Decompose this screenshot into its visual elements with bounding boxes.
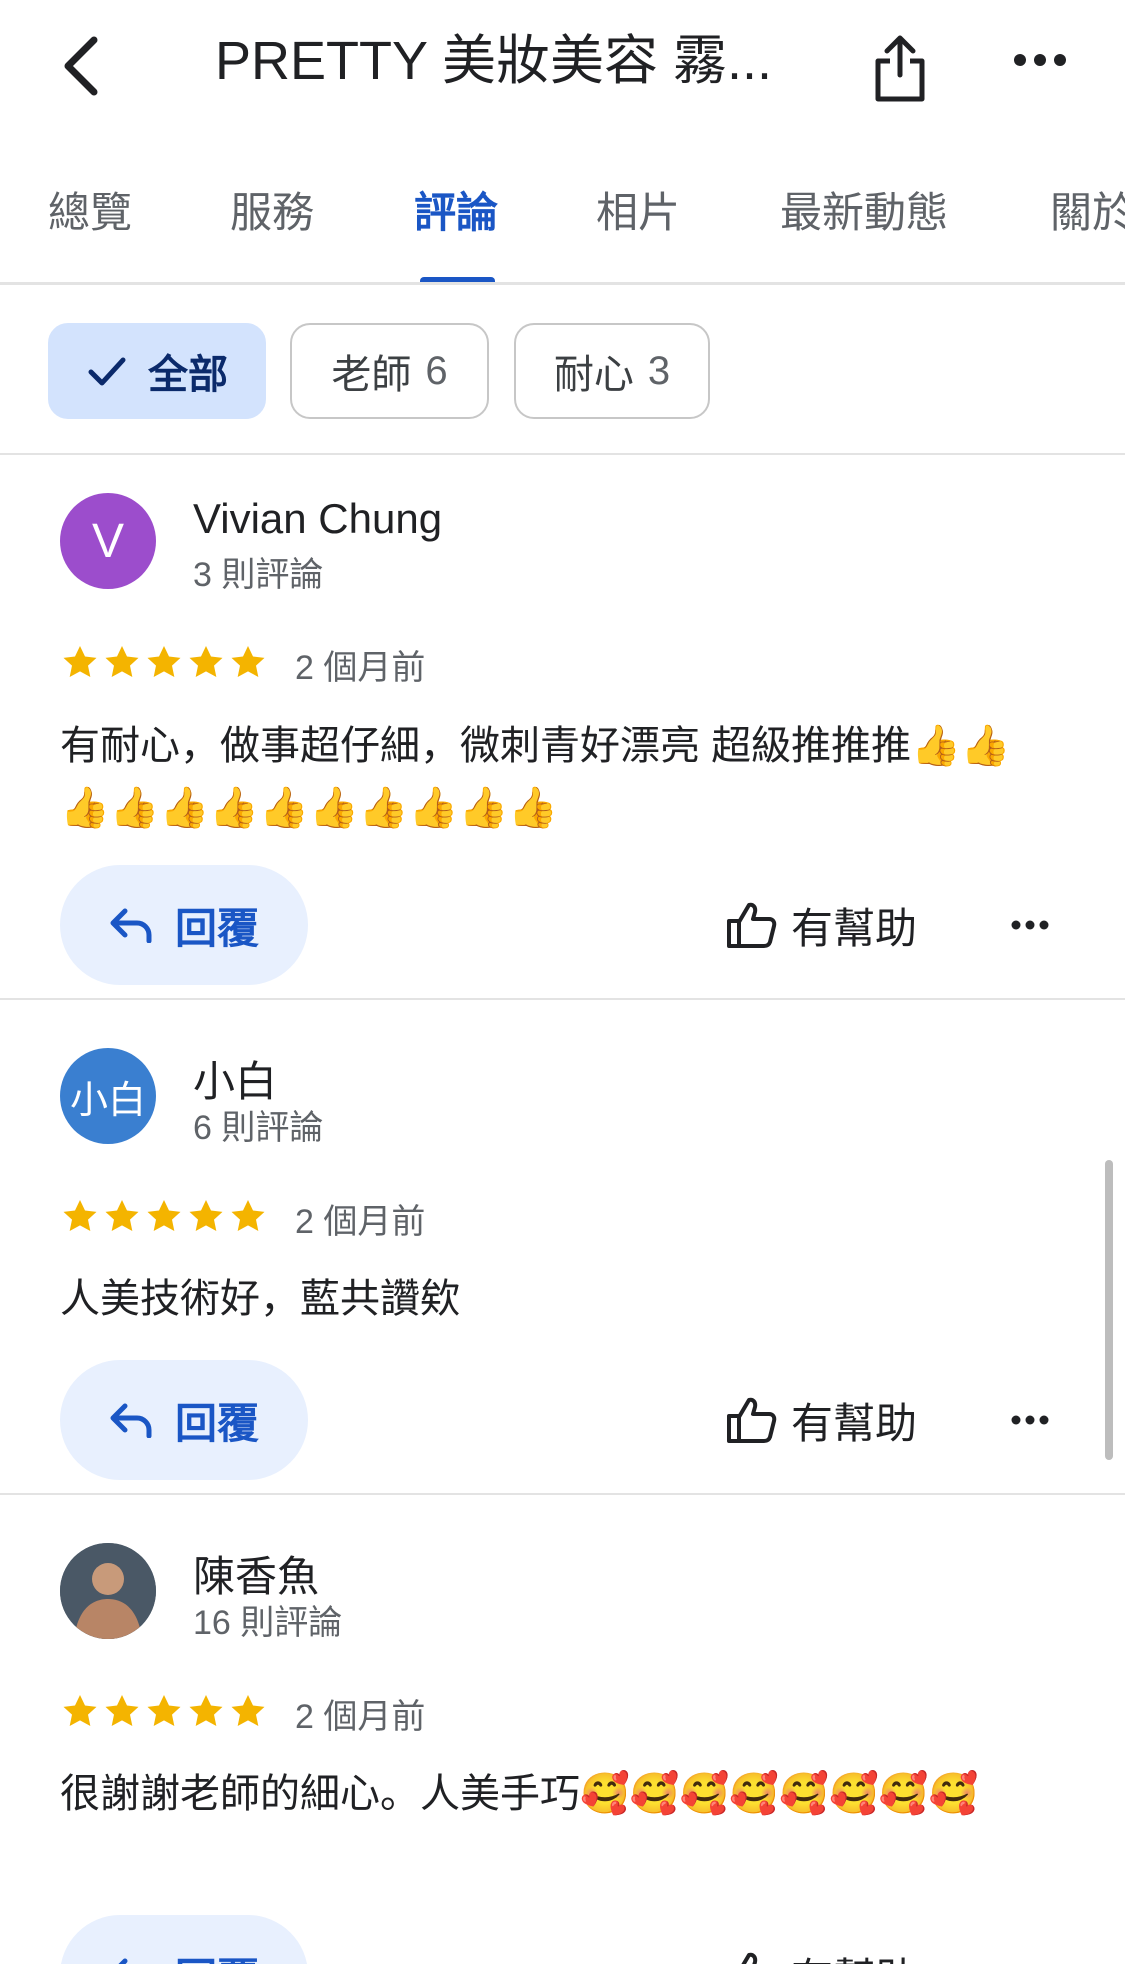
review-text: 人美技術好，藍共讚欸 bbox=[60, 1277, 460, 1321]
star-icon bbox=[231, 1695, 265, 1726]
star-rating bbox=[60, 1197, 268, 1237]
active-tab-indicator bbox=[420, 277, 495, 282]
avatar[interactable]: V bbox=[60, 493, 156, 589]
reply-button[interactable]: 回覆 bbox=[60, 865, 308, 985]
tab-bar: 總覽 服務 評論 相片 最新動態 關於 bbox=[0, 140, 1125, 285]
star-icon bbox=[105, 1200, 139, 1231]
chip-teacher[interactable]: 老師 6 bbox=[290, 323, 489, 419]
filter-chips: 全部 老師 6 耐心 3 bbox=[0, 285, 1125, 455]
chip-patience[interactable]: 耐心 3 bbox=[514, 323, 710, 419]
helpful-label: 有幫助 bbox=[791, 904, 918, 952]
helpful-button[interactable]: 有幫助 bbox=[725, 1935, 925, 1964]
helpful-button[interactable]: 有幫助 bbox=[725, 885, 925, 965]
star-icon bbox=[147, 646, 181, 677]
reply-button[interactable]: 回覆 bbox=[60, 1360, 308, 1480]
star-icon bbox=[189, 1695, 223, 1726]
reply-label: 回覆 bbox=[175, 1945, 259, 1964]
review-more-button[interactable] bbox=[1005, 1400, 1055, 1440]
page: PRETTY 美妝美容 霧... 總覽 服務 評論 相片 最新動態 關於 bbox=[0, 0, 1125, 1964]
author-review-count: 16 則評論 bbox=[193, 1604, 343, 1642]
chip-all[interactable]: 全部 bbox=[48, 323, 266, 419]
chip-count: 3 bbox=[647, 348, 671, 393]
review-text: 很謝謝老師的細心。人美手巧🥰🥰🥰🥰🥰🥰🥰🥰 bbox=[60, 1772, 979, 1816]
thumbs-up-icon bbox=[741, 1952, 758, 1964]
author-review-count: 6 則評論 bbox=[193, 1109, 324, 1147]
back-button[interactable] bbox=[40, 26, 120, 106]
author-name[interactable]: Vivian Chung bbox=[193, 495, 442, 543]
review-text: 有耐心，做事超仔細，微刺青好漂亮 超級推推推👍👍👍👍👍👍👍👍👍👍👍👍 bbox=[60, 724, 1011, 830]
more-options-button[interactable] bbox=[1000, 30, 1080, 90]
tab-updates[interactable]: 最新動態 bbox=[780, 140, 948, 282]
profile-photo bbox=[60, 1543, 156, 1639]
review-card: 小白 小白 6 則評論 2 個月前 人美技術好，藍共讚欸 回覆 有幫助 bbox=[0, 1000, 1125, 1495]
star-icon bbox=[63, 1200, 97, 1231]
tab-reviews[interactable]: 評論 bbox=[414, 140, 498, 282]
star-icon bbox=[63, 1695, 97, 1726]
chip-label: 全部 bbox=[148, 353, 228, 397]
star-rating bbox=[60, 643, 268, 683]
more-horizontal-icon bbox=[1011, 920, 1049, 930]
helpful-button[interactable]: 有幫助 bbox=[725, 1380, 925, 1460]
reply-icon bbox=[110, 1403, 152, 1438]
star-icon bbox=[231, 646, 265, 677]
star-icon bbox=[105, 1695, 139, 1726]
more-horizontal-icon bbox=[1011, 1415, 1049, 1425]
review-card: V Vivian Chung 3 則評論 2 個月前 有耐心，做事超仔細，微刺青… bbox=[0, 455, 1125, 1000]
star-icon bbox=[147, 1200, 181, 1231]
tab-about[interactable]: 關於 bbox=[1050, 140, 1125, 282]
star-rating bbox=[60, 1692, 268, 1732]
author-review-count: 3 則評論 bbox=[193, 556, 324, 594]
thumbs-up-icon bbox=[727, 1397, 777, 1443]
page-title: PRETTY 美妝美容 霧... bbox=[215, 31, 773, 91]
helpful-label: 有幫助 bbox=[791, 1945, 917, 1964]
share-icon bbox=[875, 35, 925, 102]
review-date: 2 個月前 bbox=[295, 1203, 426, 1241]
chip-count: 6 bbox=[425, 348, 448, 393]
review-date: 2 個月前 bbox=[295, 1698, 426, 1736]
star-icon bbox=[63, 646, 97, 677]
reply-icon bbox=[118, 1958, 128, 1964]
top-bar: PRETTY 美妝美容 霧... bbox=[0, 0, 1125, 140]
star-icon bbox=[105, 646, 139, 677]
helpful-label: 有幫助 bbox=[791, 1399, 918, 1447]
thumbs-up-icon bbox=[727, 902, 777, 948]
review-more-button[interactable] bbox=[1005, 905, 1055, 945]
reply-button[interactable]: 回覆 bbox=[60, 1915, 308, 1964]
chevron-left-icon bbox=[64, 36, 98, 96]
star-icon bbox=[231, 1200, 265, 1231]
avatar[interactable] bbox=[60, 1543, 156, 1639]
tab-overview[interactable]: 總覽 bbox=[48, 140, 132, 282]
more-horizontal-icon bbox=[1014, 54, 1066, 66]
chip-label: 老師 bbox=[331, 353, 412, 397]
review-date: 2 個月前 bbox=[295, 649, 426, 687]
star-icon bbox=[147, 1695, 181, 1726]
check-icon bbox=[88, 357, 126, 386]
chip-label: 耐心 bbox=[553, 353, 634, 397]
reply-icon bbox=[110, 908, 152, 943]
tab-services[interactable]: 服務 bbox=[230, 140, 314, 282]
reply-label: 回覆 bbox=[174, 904, 259, 952]
star-icon bbox=[189, 1200, 223, 1231]
reply-label: 回覆 bbox=[174, 1399, 259, 1447]
review-card: 陳香魚 16 則評論 2 個月前 很謝謝老師的細心。人美手巧🥰🥰🥰🥰🥰🥰🥰🥰 回… bbox=[0, 1495, 1125, 1964]
avatar[interactable]: 小白 bbox=[60, 1048, 156, 1144]
share-button[interactable] bbox=[860, 22, 940, 112]
scrollbar[interactable] bbox=[1105, 1160, 1113, 1460]
star-icon bbox=[189, 646, 223, 677]
tab-photos[interactable]: 相片 bbox=[596, 140, 680, 282]
